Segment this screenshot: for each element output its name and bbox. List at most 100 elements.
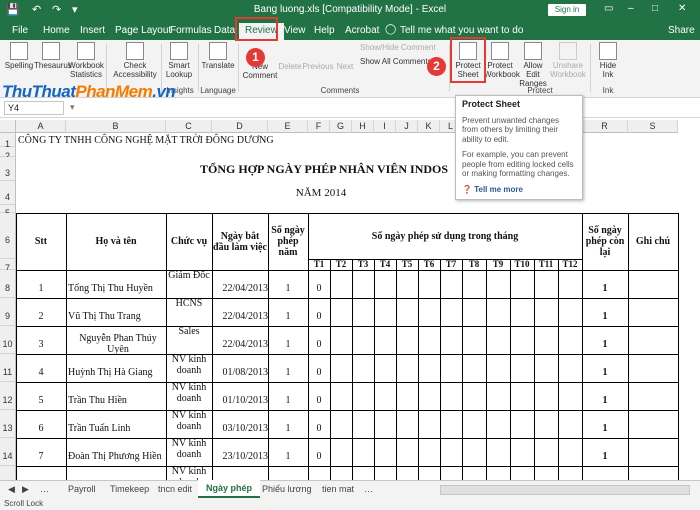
row-header[interactable]: 2 (0, 147, 16, 161)
delete-comment-button[interactable]: Delete (278, 62, 302, 71)
header-month[interactable]: T5 (396, 245, 418, 284)
translate-button[interactable]: Translate (201, 42, 235, 70)
tab-data[interactable]: Data (214, 25, 235, 36)
emp-t1[interactable]: 0 (308, 362, 330, 382)
row-header[interactable]: 15 (0, 466, 16, 480)
hide-ink-button[interactable]: Hide Ink (594, 42, 622, 79)
column-header[interactable]: A (16, 120, 66, 133)
row-header[interactable]: 4 (0, 181, 16, 205)
tab-page-layout[interactable]: Page Layout (115, 25, 171, 36)
row-header[interactable]: 14 (0, 438, 16, 466)
emp-start-date[interactable]: 03/10/2013 (212, 418, 268, 438)
header-remaining[interactable]: Số ngày phép còn lại (582, 213, 628, 270)
allow-edit-ranges-button[interactable]: Allow Edit Ranges (516, 42, 550, 88)
sheet-tab-tncn-edit[interactable]: tncn edit (158, 484, 192, 494)
header-month[interactable]: T4 (374, 245, 396, 284)
emp-stt[interactable]: 1 (16, 278, 66, 298)
previous-comment-button[interactable]: Previous (302, 62, 334, 71)
scroll-right-icon[interactable]: ▶ (22, 484, 29, 495)
workbook-statistics-button[interactable]: Workbook Statistics (68, 42, 104, 79)
emp-remaining[interactable]: 1 (582, 334, 628, 354)
emp-t1[interactable]: 0 (308, 334, 330, 354)
row-header[interactable]: 8 (0, 270, 16, 298)
emp-remaining[interactable]: 1 (582, 418, 628, 438)
emp-stt[interactable]: 2 (16, 306, 66, 326)
thesaurus-button[interactable]: Thesaurus (34, 42, 72, 70)
emp-t1[interactable]: 0 (308, 446, 330, 466)
tab-insert[interactable]: Insert (80, 25, 105, 36)
row-header[interactable]: 13 (0, 410, 16, 438)
tab-help[interactable]: Help (314, 25, 335, 36)
emp-t1[interactable]: 0 (308, 306, 330, 326)
sheet-tabs-more-icon[interactable]: … (364, 484, 373, 494)
header-month[interactable]: T6 (418, 245, 440, 284)
sheet-tab-tien-mat[interactable]: tien mat (322, 484, 354, 494)
column-header[interactable]: S (628, 120, 678, 133)
sheet-title-cell[interactable]: TỔNG HỢP NGÀY PHÉP NHÂN VIÊN INDOS (200, 157, 470, 181)
emp-remaining[interactable]: 1 (582, 278, 628, 298)
emp-position[interactable]: HCNS (166, 298, 212, 316)
row-header[interactable]: 1 (0, 133, 16, 149)
header-month[interactable]: T12 (558, 245, 582, 284)
tab-acrobat[interactable]: Acrobat (345, 25, 379, 36)
close-button[interactable]: ✕ (678, 3, 686, 14)
header-name[interactable]: Họ và tên (66, 213, 166, 270)
header-month[interactable]: T7 (440, 245, 462, 284)
header-start-date[interactable]: Ngày bắt đầu làm việc (212, 213, 268, 270)
row-header[interactable]: 6 (0, 213, 16, 259)
emp-start-date[interactable]: 23/10/2013 (212, 446, 268, 466)
emp-name[interactable]: Trần Tuấn Linh (68, 418, 168, 438)
scroll-left-icon[interactable]: ◀ (8, 484, 15, 495)
maximize-button[interactable]: □ (652, 3, 658, 14)
emp-start-date[interactable]: 01/10/2013 (212, 390, 268, 410)
header-month[interactable]: T3 (352, 245, 374, 284)
column-header[interactable]: G (330, 120, 352, 133)
emp-position[interactable]: NV kinh doanh (166, 410, 212, 432)
smart-lookup-button[interactable]: Smart Lookup (164, 42, 194, 79)
emp-days[interactable]: 1 (268, 278, 308, 298)
emp-remaining[interactable]: 1 (582, 306, 628, 326)
tab-file[interactable]: File (12, 25, 28, 36)
unshare-workbook-button[interactable]: Unshare Workbook (550, 42, 586, 79)
emp-name[interactable]: Huỳnh Thị Hà Giang (68, 362, 168, 382)
column-header[interactable]: F (308, 120, 330, 133)
emp-days[interactable]: 1 (268, 446, 308, 466)
column-header[interactable]: J (396, 120, 418, 133)
header-month[interactable]: T8 (462, 245, 486, 284)
emp-name[interactable]: Đoàn Thị Phương Hiền (68, 446, 168, 466)
emp-position[interactable]: NV kinh doanh (166, 382, 212, 404)
column-header[interactable]: D (212, 120, 268, 133)
row-header[interactable]: 12 (0, 382, 16, 410)
sheet-tab-phieu-luong[interactable]: Phiếu lương (262, 484, 311, 494)
emp-t1[interactable]: 0 (308, 390, 330, 410)
header-position[interactable]: Chức vụ (166, 213, 212, 270)
sheet-tab-ngay-phep[interactable]: Ngày phép (198, 480, 261, 498)
spreadsheet-grid[interactable]: ABCDEFGHIJKLMNOPQRS 12345678910111213141… (0, 120, 700, 480)
column-header[interactable]: R (582, 120, 628, 133)
tab-formulas[interactable]: Formulas (170, 25, 212, 36)
emp-start-date[interactable]: 22/04/2013 (212, 278, 268, 298)
emp-remaining[interactable]: 1 (582, 446, 628, 466)
emp-position[interactable]: NV kinh doanh (166, 354, 212, 376)
header-stt[interactable]: Stt (16, 213, 66, 270)
tell-me-more-link[interactable]: ❓ Tell me more (462, 185, 576, 195)
row-header[interactable]: 3 (0, 157, 16, 181)
emp-name[interactable]: Trần Thu Hiền (68, 390, 168, 410)
emp-days[interactable]: 1 (268, 306, 308, 326)
column-header[interactable]: I (374, 120, 396, 133)
emp-position[interactable]: Giám Đốc (166, 270, 212, 288)
header-month[interactable]: T11 (534, 245, 558, 284)
company-name-cell[interactable]: CÔNG TY TNHH CÔNG NGHỆ MẶT TRỜI ĐÔNG DƯƠ… (18, 133, 318, 147)
row-header[interactable]: 10 (0, 326, 16, 354)
emp-days[interactable]: 1 (268, 418, 308, 438)
emp-days[interactable]: 1 (268, 390, 308, 410)
emp-name[interactable]: Tống Thị Thu Huyền (68, 278, 168, 298)
sheet-year-cell[interactable]: NĂM 2014 (268, 181, 374, 205)
emp-days[interactable]: 1 (268, 362, 308, 382)
header-note[interactable]: Ghi chú (628, 213, 678, 270)
emp-position[interactable]: NV kinh doanh (166, 466, 212, 480)
column-header[interactable]: B (66, 120, 166, 133)
horizontal-scrollbar[interactable] (440, 485, 690, 495)
emp-stt[interactable]: 3 (16, 334, 66, 354)
select-all-corner[interactable] (0, 120, 16, 133)
